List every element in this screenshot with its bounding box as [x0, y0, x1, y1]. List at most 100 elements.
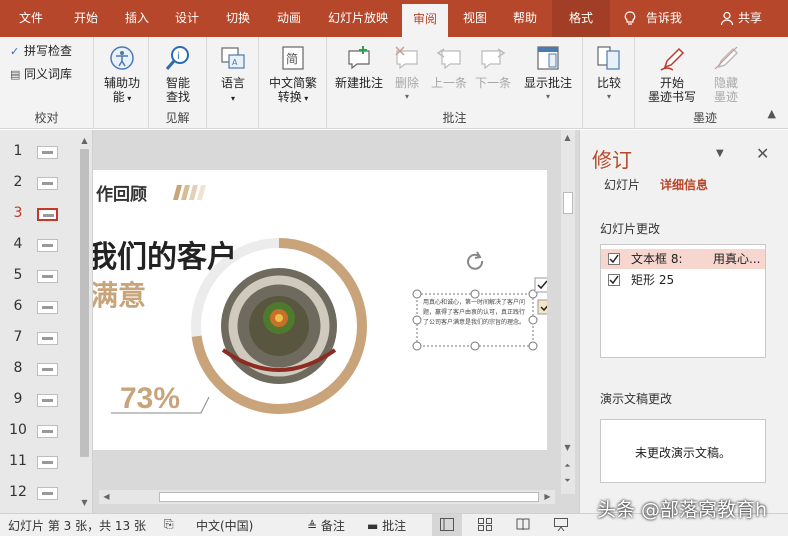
rotate-handle-icon[interactable] [467, 251, 484, 270]
thesaurus-button[interactable]: ▤ 同义词库 [10, 65, 72, 82]
person-icon [720, 11, 734, 26]
tab-animations[interactable]: 动画 [266, 0, 312, 37]
slide-number: 6 [13, 298, 23, 314]
slide-number: 7 [13, 329, 23, 345]
tab-transitions[interactable]: 切换 [214, 0, 262, 37]
language-button[interactable]: A 语言 ▾ [210, 43, 256, 106]
slideshow-icon[interactable] [554, 518, 568, 531]
group-label-ink: 墨迹 [692, 111, 717, 125]
slide-thumbnail-image[interactable] [37, 208, 58, 221]
scroll-thumb[interactable] [159, 492, 539, 502]
show-comments-button[interactable]: 显示批注 ▾ [517, 43, 579, 104]
accessibility-check-icon[interactable]: ⎘ [164, 517, 174, 532]
scroll-right-icon[interactable]: ▶ [542, 491, 553, 502]
slide-thumbnail-image[interactable] [37, 146, 58, 159]
slide-thumbnail[interactable]: 6 [0, 297, 76, 317]
scroll-up-icon[interactable]: ▲ [562, 132, 573, 143]
slide-thumbnail[interactable]: 4 [0, 235, 76, 255]
editor-horizontal-scrollbar[interactable]: ◀ ▶ [99, 490, 555, 504]
scroll-thumb[interactable] [80, 149, 89, 457]
previous-comment-button[interactable]: 上一条 [427, 43, 471, 90]
slide-thumbnail[interactable]: 2 [0, 173, 76, 193]
thumbnail-scrollbar[interactable]: ▲ ▼ [78, 133, 91, 510]
reading-view-icon[interactable] [516, 518, 530, 531]
revision-marker-icon[interactable] [537, 299, 547, 315]
tab-design[interactable]: 设计 [164, 0, 210, 37]
tab-insert[interactable]: 插入 [114, 0, 160, 37]
scroll-up-icon[interactable]: ▲ [79, 135, 90, 146]
scroll-down-icon[interactable]: ▼ [562, 442, 573, 453]
editor-vertical-scrollbar[interactable]: ▲ ▼ ⏶ ⏷ [561, 130, 575, 494]
delete-comment-button[interactable]: 删除 ▾ [387, 43, 427, 104]
textbox-content[interactable]: 用真心和诚心，第一时间解决了客户问题，赢得了客户由衷的认可，真正践行了公司客户满… [423, 298, 529, 344]
normal-view-button[interactable] [432, 514, 462, 536]
slide-thumbnail-image[interactable] [37, 425, 58, 438]
close-icon[interactable]: ✕ [756, 144, 769, 163]
slide-thumbnail-image[interactable] [37, 394, 58, 407]
slide-thumbnail[interactable]: 7 [0, 328, 76, 348]
slide-thumbnail[interactable]: 10 [0, 421, 76, 441]
slide-thumbnail[interactable]: 11 [0, 452, 76, 472]
group-label-proofing: 校对 [34, 111, 59, 125]
tab-format[interactable]: 格式 [552, 0, 610, 37]
checkbox-checked-icon[interactable] [608, 274, 620, 286]
slide-thumbnail-image[interactable] [37, 177, 58, 190]
hide-ink-icon [714, 46, 739, 70]
delete-comment-icon [395, 46, 418, 70]
slide-heading: 我们的客户 [93, 240, 237, 275]
collapse-ribbon-icon[interactable]: ▲ [768, 107, 776, 120]
slide-thumbnail[interactable]: 12 [0, 483, 76, 503]
change-item[interactable]: 矩形 25 [601, 270, 765, 290]
next-comment-button[interactable]: 下一条 [471, 43, 515, 90]
slide-thumbnail-image[interactable] [37, 270, 58, 283]
share-button[interactable]: 共享 [738, 0, 762, 37]
tab-view[interactable]: 视图 [452, 0, 498, 37]
slide-thumbnail-image[interactable] [37, 332, 58, 345]
tab-home[interactable]: 开始 [62, 0, 110, 37]
thesaurus-icon: ▤ [10, 68, 21, 81]
pane-tab-slides[interactable]: 幻灯片 [604, 176, 640, 193]
start-inking-button[interactable]: 开始 墨迹书写 [641, 43, 703, 104]
slide-thumbnail[interactable]: 9 [0, 390, 76, 410]
revision-marker-icon[interactable] [534, 277, 547, 293]
spelling-button[interactable]: ✓ 拼写检查 [10, 42, 72, 59]
smart-lookup-button[interactable]: i 智能 查找 [154, 43, 202, 104]
group-label-comments: 批注 [442, 111, 467, 125]
tell-me-search[interactable]: 告诉我 [646, 0, 682, 37]
compare-button[interactable]: 比较 ▾ [587, 43, 631, 104]
change-item[interactable]: 文本框 8: 用真心... [601, 249, 765, 269]
comments-button[interactable]: ▬ 批注 [367, 517, 406, 534]
chinese-conversion-button[interactable]: 简 中文简繁 转换 ▾ [263, 43, 323, 106]
scroll-thumb[interactable] [563, 192, 573, 214]
slide-thumbnail[interactable]: 3 [0, 204, 76, 224]
tab-slideshow[interactable]: 幻灯片放映 [318, 0, 398, 37]
presentation-changes-box: 未更改演示文稿。 [600, 419, 766, 483]
slide-thumbnail[interactable]: 1 [0, 142, 76, 162]
scroll-down-icon[interactable]: ▼ [79, 497, 90, 508]
language-status[interactable]: 中文(中国) [196, 517, 253, 534]
slide-thumbnail-image[interactable] [37, 239, 58, 252]
notes-button[interactable]: ≜ 备注 [307, 517, 345, 534]
slide-thumbnail-image[interactable] [37, 487, 58, 500]
accessibility-button[interactable]: 辅助功 能 ▾ [98, 43, 146, 106]
tab-review[interactable]: 审阅 [402, 4, 448, 37]
pane-tab-details[interactable]: 详细信息 [660, 176, 708, 193]
slide-thumbnail-image[interactable] [37, 363, 58, 376]
slide-thumbnail[interactable]: 5 [0, 266, 76, 286]
slide-thumbnail-image[interactable] [37, 456, 58, 469]
slide-thumbnail[interactable]: 8 [0, 359, 76, 379]
slide-sorter-icon[interactable] [478, 518, 492, 531]
pane-options-icon[interactable]: ▼ [716, 148, 724, 159]
hide-ink-button[interactable]: 隐藏 墨迹 [703, 43, 749, 104]
previous-slide-icon[interactable]: ⏶ [562, 460, 573, 471]
slide-thumbnail-image[interactable] [37, 301, 58, 314]
next-slide-icon[interactable]: ⏷ [562, 475, 573, 486]
spellcheck-icon: ✓ [10, 45, 20, 58]
group-label-insights: 见解 [165, 111, 190, 125]
accessibility-icon [110, 46, 134, 70]
tab-help[interactable]: 帮助 [502, 0, 548, 37]
new-comment-button[interactable]: 新建批注 [331, 43, 387, 90]
scroll-left-icon[interactable]: ◀ [101, 491, 112, 502]
tab-file[interactable]: 文件 [6, 0, 56, 37]
checkbox-checked-icon[interactable] [608, 253, 620, 265]
